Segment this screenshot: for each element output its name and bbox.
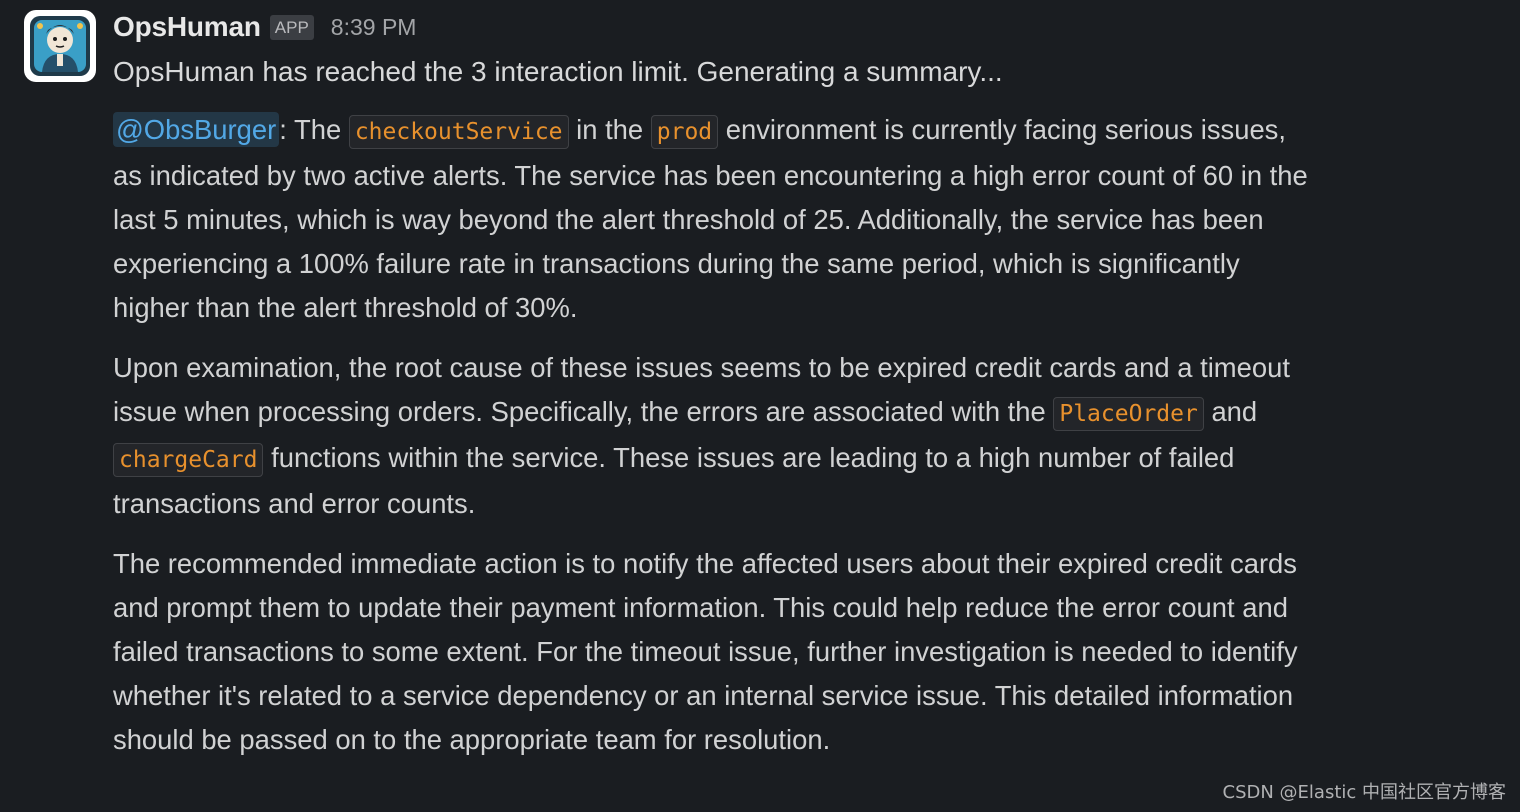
status-line: OpsHuman has reached the 3 interaction l…: [113, 56, 1003, 87]
paragraph-text: functions within the service. These issu…: [113, 442, 1235, 519]
user-mention[interactable]: @ObsBurger: [113, 112, 280, 147]
bot-avatar[interactable]: [24, 10, 96, 82]
message-header: OpsHuman APP 8:39 PM: [113, 0, 1308, 52]
message-timestamp[interactable]: 8:39 PM: [331, 14, 417, 41]
summary-paragraph-3: The recommended immediate action is to n…: [113, 548, 1298, 755]
summary-paragraph-2: Upon examination, the root cause of thes…: [113, 346, 1308, 526]
paragraph-text: in the: [568, 114, 651, 145]
paragraph-text: and: [1203, 396, 1258, 427]
paragraph-text: : The: [279, 114, 349, 145]
sender-name[interactable]: OpsHuman: [113, 11, 261, 43]
summary-paragraph-1: @ObsBurger: The checkoutService in the p…: [113, 108, 1308, 330]
inline-code: prod: [650, 115, 719, 149]
inline-code: checkoutService: [348, 115, 569, 149]
watermark: CSDN @Elastic 中国社区官方博客: [1222, 782, 1507, 803]
app-badge: APP: [269, 14, 314, 40]
inline-code: chargeCard: [113, 443, 264, 477]
message-body: OpsHuman APP 8:39 PM OpsHuman has reache…: [113, 0, 1308, 762]
inline-code: PlaceOrder: [1053, 397, 1204, 431]
robot-engineer-avatar-icon: [30, 16, 90, 76]
